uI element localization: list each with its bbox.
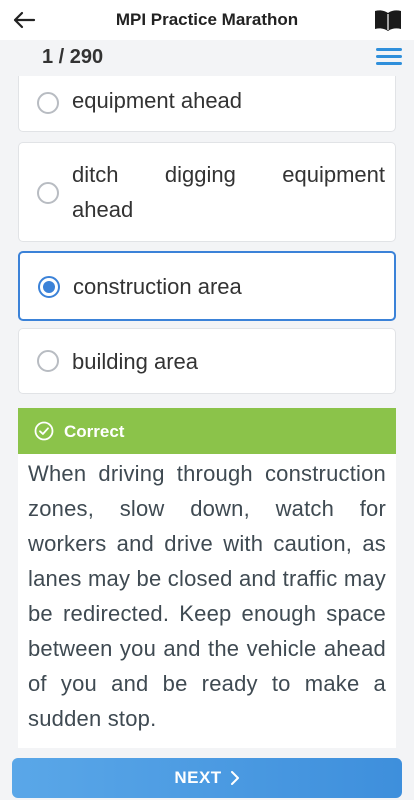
progress-bar: 1 / 290 <box>0 40 414 76</box>
question-counter: 1 / 290 <box>42 46 104 68</box>
book-button[interactable] <box>372 7 404 33</box>
back-button[interactable] <box>10 8 38 32</box>
back-arrow-icon <box>13 11 36 29</box>
radio-button[interactable] <box>37 92 59 114</box>
answer-feedback: Correct When driving through constructio… <box>18 408 396 748</box>
feedback-header: Correct <box>18 408 396 454</box>
answer-option-label: ditch digging equipment ahead <box>72 157 385 227</box>
radio-button[interactable] <box>37 182 59 204</box>
radio-button[interactable] <box>37 350 59 372</box>
question-content: equipment ahead ditch digging equipment … <box>0 76 414 748</box>
menu-button[interactable] <box>376 46 402 68</box>
answer-option[interactable]: ditch digging equipment ahead <box>18 142 396 242</box>
page-title: MPI Practice Marathon <box>115 10 299 29</box>
next-button-label: NEXT <box>174 768 222 787</box>
answer-option-label: building area <box>72 349 198 374</box>
book-icon <box>375 10 401 31</box>
answer-option-label: equipment ahead <box>72 88 243 113</box>
radio-button-selected[interactable] <box>38 276 60 298</box>
check-circle-icon <box>34 421 54 441</box>
answer-option-selected[interactable]: construction area <box>18 251 396 321</box>
answer-option-line: ahead <box>72 197 134 222</box>
feedback-explanation: When driving through construction zones,… <box>28 461 386 731</box>
answer-option[interactable]: building area <box>18 328 396 394</box>
answer-option[interactable]: equipment ahead <box>18 76 396 132</box>
answer-option-label: construction area <box>73 274 242 299</box>
answer-option-line: ditch digging equipment <box>72 162 385 187</box>
feedback-status: Correct <box>64 422 125 441</box>
top-bar: MPI Practice Marathon <box>0 0 414 40</box>
next-button[interactable]: NEXT <box>12 758 402 798</box>
bottom-bar: NEXT <box>0 748 414 800</box>
chevron-right-icon <box>230 771 239 785</box>
hamburger-menu-icon <box>376 46 402 68</box>
